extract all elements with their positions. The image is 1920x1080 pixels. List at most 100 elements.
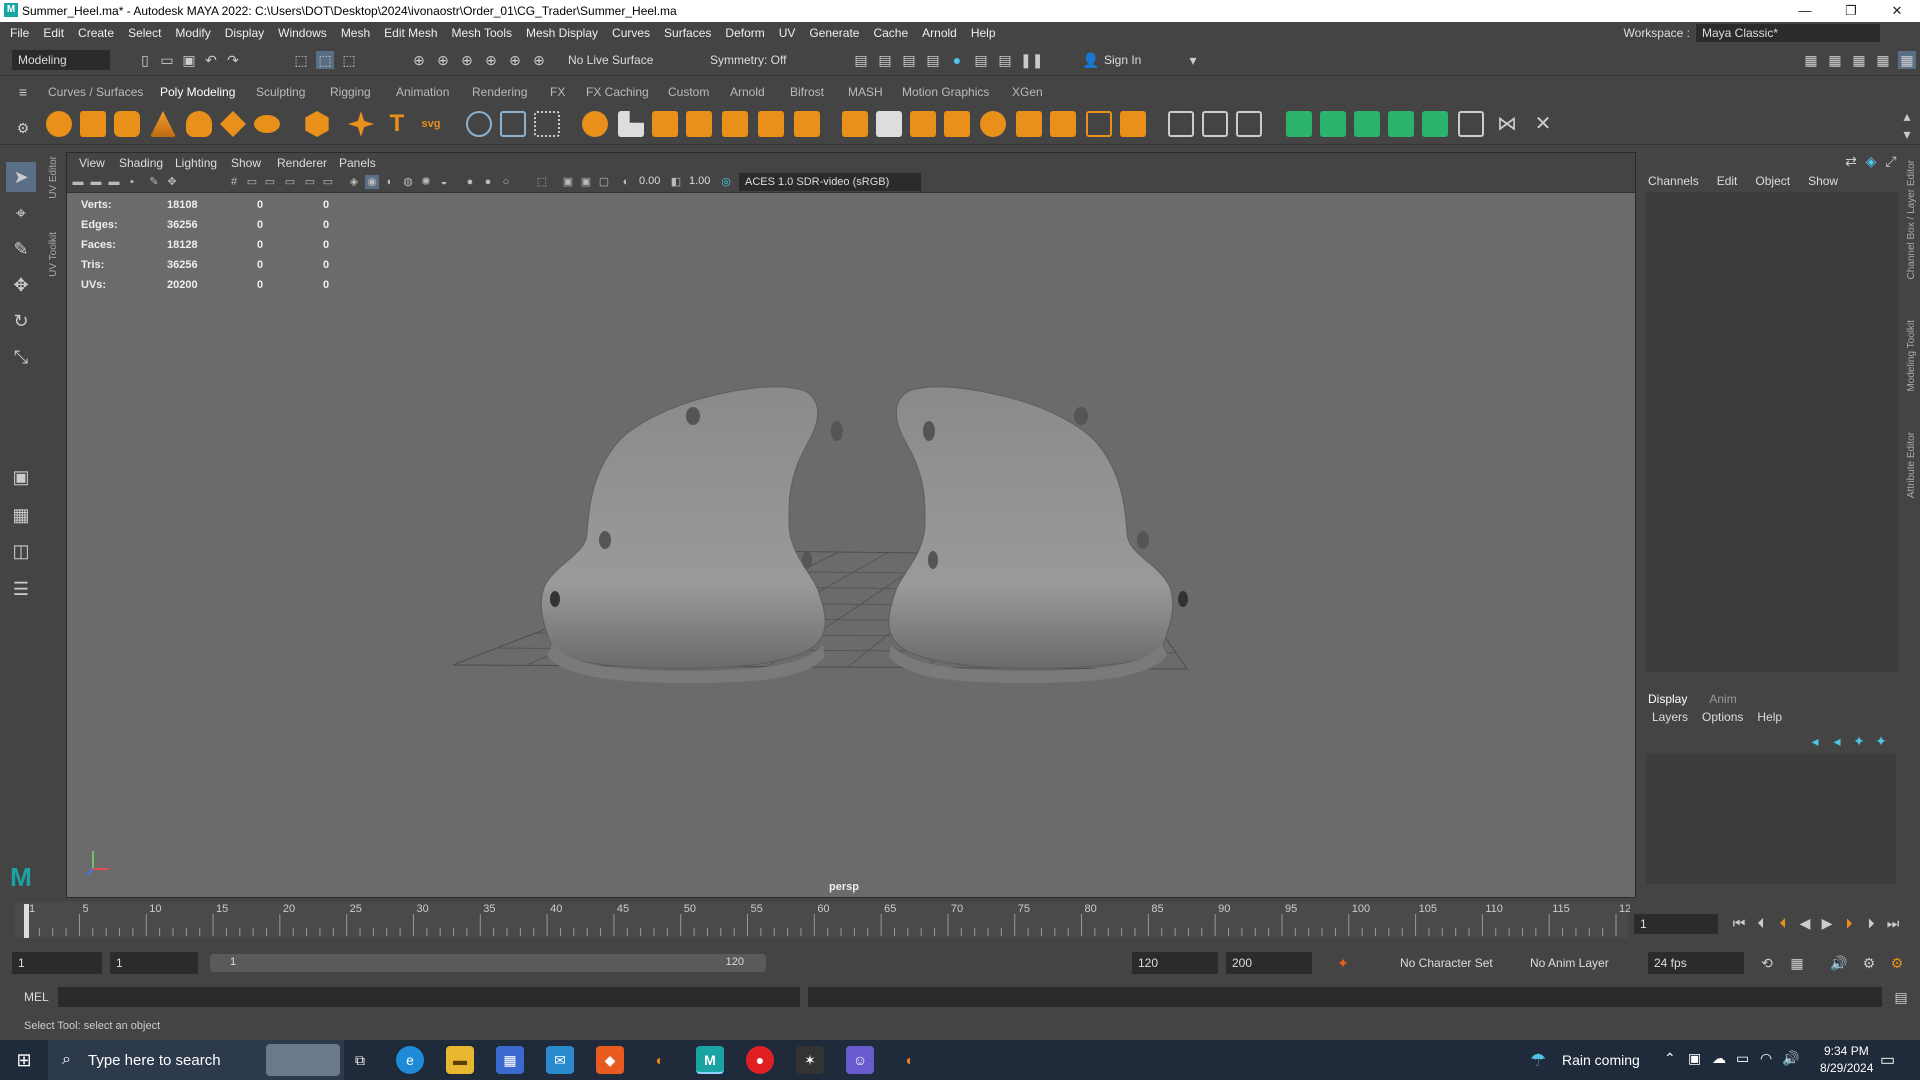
fps-dropdown[interactable]: 24 fps — [1648, 952, 1744, 974]
bevel-face-icon[interactable] — [1086, 111, 1112, 137]
uv-editor-icon[interactable] — [1458, 111, 1484, 137]
paint-select-icon[interactable]: ✎ — [6, 234, 36, 264]
menu-select[interactable]: Select — [128, 26, 161, 40]
menu-windows[interactable]: Windows — [278, 26, 327, 40]
menu-curves[interactable]: Curves — [612, 26, 650, 40]
shelf-scroll-down-icon[interactable]: ▾ — [1898, 125, 1916, 143]
play-forwards-icon[interactable]: ▶ — [1818, 914, 1836, 932]
script-language-label[interactable]: MEL — [24, 990, 49, 1004]
clock-date[interactable]: 8/29/2024 — [1820, 1061, 1873, 1075]
tab-custom[interactable]: Custom — [668, 85, 709, 99]
new-scene-icon[interactable]: ▯ — [136, 51, 154, 69]
character-set-dropdown[interactable]: No Character Set — [1394, 952, 1514, 974]
playback-speed-icon[interactable]: ⚙ — [1888, 954, 1906, 972]
show-hidden-icons-icon[interactable]: ⌃ — [1664, 1050, 1676, 1067]
insert-edge-loop-icon[interactable] — [1202, 111, 1228, 137]
rotate-tool-icon[interactable]: ↻ — [6, 306, 36, 336]
script-editor-icon[interactable]: ▤ — [1892, 988, 1910, 1006]
poly-cone-icon[interactable] — [150, 111, 176, 137]
battery-icon[interactable]: ▭ — [1736, 1050, 1749, 1067]
select-hierarchy-icon[interactable]: ⬚ — [292, 51, 310, 69]
wireframe-icon[interactable]: ◈ — [347, 175, 361, 189]
move-tool-icon[interactable]: ✥ — [6, 270, 36, 300]
menu-arnold[interactable]: Arnold — [922, 26, 957, 40]
redo-icon[interactable]: ↷ — [224, 51, 242, 69]
svg-icon[interactable]: svg — [418, 111, 444, 137]
poly-sphere-icon[interactable] — [46, 111, 72, 137]
pause-icon[interactable]: ❚❚ — [1020, 51, 1043, 69]
poly-cube-icon[interactable] — [80, 111, 106, 137]
notifications-icon[interactable]: ▭ — [1880, 1050, 1895, 1070]
vp-menu-show[interactable]: Show — [231, 156, 261, 170]
panel-float-icon[interactable]: ⤢ — [1882, 152, 1900, 170]
gamma-icon[interactable]: ◧ — [669, 175, 683, 189]
channel-box-toggle-icon[interactable]: ⇄ — [1842, 152, 1860, 170]
uv-toolkit-tab[interactable]: UV Toolkit — [48, 232, 59, 277]
grid-toggle-icon[interactable]: # — [227, 175, 241, 189]
platonic-solid-icon[interactable] — [305, 111, 329, 137]
camera-attributes-icon[interactable]: ▬ — [89, 175, 103, 189]
shelf-menu-icon[interactable]: ≡ — [14, 83, 32, 101]
backface-culling-icon[interactable]: ▢ — [597, 175, 611, 189]
auto-key-icon[interactable]: ✦ — [1334, 954, 1352, 972]
animation-start-field[interactable]: 1 — [12, 952, 102, 974]
tab-display[interactable]: Display — [1648, 692, 1687, 706]
layer-list[interactable] — [1646, 754, 1896, 884]
motion-blur-icon[interactable]: ● — [481, 175, 495, 189]
vp-menu-view[interactable]: View — [79, 156, 105, 170]
separate-icon[interactable] — [618, 111, 644, 137]
snap-grid-icon[interactable]: ⊕ — [410, 51, 428, 69]
channel-box-icon[interactable]: ▦ — [1898, 51, 1916, 69]
spherical-map-icon[interactable] — [1354, 111, 1380, 137]
wifi-icon[interactable]: ◠ — [1760, 1050, 1772, 1067]
ms-store-icon[interactable]: ▦ — [496, 1046, 524, 1074]
layer-menu-help[interactable]: Help — [1757, 710, 1782, 724]
create-poly-icon[interactable] — [500, 111, 526, 137]
fill-hole-icon[interactable] — [980, 111, 1006, 137]
tab-sculpting[interactable]: Sculpting — [256, 85, 305, 99]
channel-box-area[interactable] — [1646, 192, 1898, 672]
select-component-icon[interactable]: ⬚ — [340, 51, 358, 69]
cache-playback-icon[interactable]: ▦ — [1788, 954, 1806, 972]
animation-preferences-icon[interactable]: ⚙ — [1860, 954, 1878, 972]
vp-menu-panels[interactable]: Panels — [339, 156, 376, 170]
new-empty-layer-icon[interactable]: ✦ — [1850, 732, 1868, 750]
bevel-icon[interactable] — [910, 111, 936, 137]
blender-icon[interactable]: ◐ — [646, 1046, 674, 1074]
wedge-icon[interactable] — [1016, 111, 1042, 137]
volume-icon[interactable]: 🔊 — [1782, 1050, 1799, 1067]
cylindrical-map-icon[interactable] — [1320, 111, 1346, 137]
tab-bifrost[interactable]: Bifrost — [790, 85, 824, 99]
single-view-layout-icon[interactable]: ▣ — [6, 462, 36, 492]
menu-surfaces[interactable]: Surfaces — [664, 26, 711, 40]
channel-box-tab[interactable]: Channel Box / Layer Editor — [1906, 160, 1917, 280]
field-chart-icon[interactable]: ▭ — [303, 175, 317, 189]
2d-pan-icon[interactable]: ✥ — [165, 175, 179, 189]
shelf-settings-icon[interactable]: ⚙ — [14, 119, 32, 137]
grease-pencil-icon[interactable]: ✎ — [147, 175, 161, 189]
tool-settings-icon[interactable]: ▦ — [1850, 51, 1868, 69]
range-bar[interactable]: 1 120 — [210, 954, 766, 972]
menu-mesh-tools[interactable]: Mesh Tools — [452, 26, 512, 40]
xray-joints-icon[interactable]: ▣ — [579, 175, 593, 189]
boolean-icon[interactable] — [686, 111, 712, 137]
step-back-key-icon[interactable]: ⏴ — [1774, 914, 1792, 932]
tab-fx-caching[interactable]: FX Caching — [586, 85, 649, 99]
anim-layer-dropdown[interactable]: No Anim Layer — [1524, 952, 1634, 974]
poly-disc-icon[interactable] — [254, 115, 280, 133]
edge-browser-icon[interactable]: e — [396, 1046, 424, 1074]
wireframe-on-shaded-icon[interactable]: ◐ — [383, 175, 397, 189]
color-management-icon[interactable]: ◎ — [719, 175, 733, 189]
tab-arnold[interactable]: Arnold — [730, 85, 765, 99]
blender-second-icon[interactable]: ◐ — [896, 1046, 924, 1074]
bridge-icon[interactable] — [876, 111, 902, 137]
tab-motion-graphics[interactable]: Motion Graphics — [902, 85, 989, 99]
ipr-render-icon[interactable]: ▤ — [900, 51, 918, 69]
image-plane-icon[interactable]: ▪ — [125, 175, 139, 189]
cb-menu-object[interactable]: Object — [1755, 174, 1790, 188]
snap-view-icon[interactable]: ⊕ — [482, 51, 500, 69]
snap-pivot-icon[interactable]: ⊕ — [530, 51, 548, 69]
attribute-editor-tab[interactable]: Attribute Editor — [1906, 432, 1917, 498]
cb-menu-channels[interactable]: Channels — [1648, 174, 1699, 188]
anti-aliasing-icon[interactable]: ○ — [499, 175, 513, 189]
